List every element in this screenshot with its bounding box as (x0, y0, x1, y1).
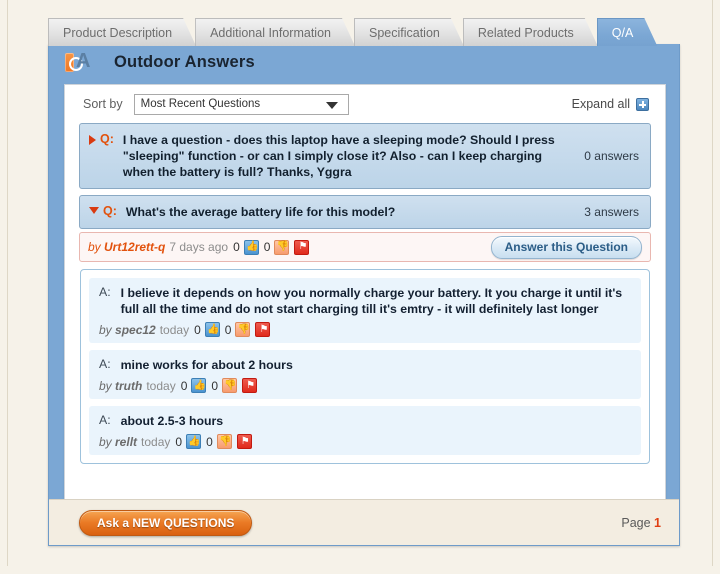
answer-upvote-count: 0 (194, 322, 201, 337)
answer-meta-row: by spec12 today 0 👍 0 👎 ⚑ (99, 322, 631, 337)
caret-right-icon (89, 135, 96, 145)
flag-icon[interactable]: ⚑ (242, 378, 258, 393)
question-time: 7 days ago (169, 240, 229, 254)
tab-additional-information[interactable]: Additional Information (195, 18, 355, 46)
tab-related-products[interactable]: Related Products (463, 18, 598, 46)
qa-panel: Outdoor Answers Sort by Most Recent Ques… (48, 44, 680, 546)
answer-text: mine works for about 2 hours (120, 358, 293, 372)
flag-icon[interactable]: ⚑ (236, 434, 252, 449)
answer-meta-row: by truth today 0 👍 0 👎 ⚑ (99, 378, 631, 393)
question-meta-row: by Urt12rett-q 7 days ago 0 👍 0 👎 ⚑ Answ… (79, 232, 651, 262)
answer-row: A: I believe it depends on how you norma… (89, 278, 641, 343)
answer-upvote-count: 0 (175, 434, 183, 449)
question-downvote-count: 0 (263, 240, 271, 254)
thumbs-down-icon[interactable]: 👎 (274, 239, 290, 255)
answer-count: 3 answers (584, 205, 639, 219)
thread-list: Q: I have a question - does this laptop … (65, 123, 665, 464)
question-upvote-count: 0 (233, 240, 240, 254)
answer-marker: A: (99, 357, 111, 371)
answer-text: about 2.5-3 hours (120, 414, 224, 428)
answer-upvote-count: 0 (180, 378, 188, 393)
answer-button-label: Answer this Question (504, 240, 628, 254)
answer-time: today (159, 322, 190, 337)
answer-downvote-count: 0 (211, 378, 219, 393)
page-label: Page (621, 515, 651, 530)
flag-icon[interactable]: ⚑ (294, 239, 310, 255)
question-author: by Urt12rett-q (88, 240, 166, 254)
thumbs-up-icon[interactable]: 👍 (243, 239, 259, 255)
expand-all-label: Expand all (571, 97, 630, 111)
answer-marker: A: (99, 285, 111, 299)
ask-new-question-button[interactable]: Ask a NEW QUESTIONS (79, 509, 253, 536)
question-text: What's the average battery life for this… (125, 205, 396, 219)
thumbs-up-icon[interactable]: 👍 (186, 434, 202, 449)
pagination: Page 1 (621, 516, 661, 530)
qa-card: Sort by Most Recent Questions Expand all… (64, 84, 666, 540)
page-frame: Product Description Additional Informati… (7, 0, 713, 566)
answer-time: today (141, 434, 171, 449)
qa-logo-icon (65, 52, 105, 72)
caret-down-icon (89, 207, 99, 214)
tab-label: Q/A (611, 25, 634, 40)
thumbs-down-icon[interactable]: 👎 (235, 322, 251, 337)
answer-author: by rellt (99, 434, 138, 449)
tab-qa[interactable]: Q/A (597, 18, 658, 46)
tab-label: Additional Information (210, 25, 331, 40)
thumbs-down-icon[interactable]: 👎 (216, 434, 232, 449)
sort-select-value: Most Recent Questions (140, 98, 261, 110)
answers-list: A: I believe it depends on how you norma… (80, 269, 650, 464)
page-title: Outdoor Answers (114, 52, 255, 71)
answer-downvote-count: 0 (224, 322, 232, 337)
thumbs-up-icon[interactable]: 👍 (191, 378, 207, 393)
question-marker: Q: (100, 132, 114, 146)
answer-count: 0 answers (584, 149, 639, 163)
answer-row: A: mine works for about 2 hours by truth… (89, 350, 641, 399)
question-text: I have a question - does this laptop hav… (122, 133, 555, 179)
page-number[interactable]: 1 (654, 516, 661, 530)
answer-meta-row: by rellt today 0 👍 0 👎 ⚑ (99, 434, 631, 449)
chevron-down-icon (325, 101, 338, 109)
answer-author: by truth (99, 378, 143, 393)
thumbs-down-icon[interactable]: 👎 (222, 378, 238, 393)
answer-row: A: about 2.5-3 hours by rellt today 0 👍 … (89, 406, 641, 455)
logo-a-icon (76, 53, 95, 72)
ask-button-label: Ask a NEW QUESTIONS (97, 515, 235, 530)
answer-downvote-count: 0 (206, 434, 213, 449)
tab-label: Related Products (477, 25, 574, 40)
question-row[interactable]: Q: What's the average battery life for t… (79, 195, 651, 229)
answer-this-question-button[interactable]: Answer this Question (490, 235, 642, 259)
sort-select[interactable]: Most Recent Questions (133, 93, 349, 115)
answer-marker: A: (99, 413, 111, 427)
tab-label: Specification (368, 25, 440, 40)
sort-by-label: Sort by (83, 97, 123, 111)
tab-label: Product Description (63, 25, 173, 40)
tab-product-description[interactable]: Product Description (48, 18, 196, 46)
tab-specification[interactable]: Specification (354, 18, 464, 46)
expand-all-button[interactable]: Expand all (572, 97, 649, 111)
qa-header: Outdoor Answers (49, 44, 679, 80)
question-marker: Q: (103, 204, 117, 218)
panel-footer: Ask a NEW QUESTIONS Page 1 (49, 499, 679, 545)
tab-bar: Product Description Additional Informati… (48, 16, 656, 46)
answer-author: by spec12 (99, 322, 156, 337)
logo-q-icon (65, 52, 83, 72)
thumbs-up-icon[interactable]: 👍 (204, 322, 220, 337)
sort-bar: Sort by Most Recent Questions Expand all (65, 85, 665, 123)
plus-icon (636, 97, 649, 111)
answer-time: today (146, 378, 176, 393)
question-row[interactable]: Q: I have a question - does this laptop … (79, 123, 651, 189)
answer-text: I believe it depends on how you normally… (120, 286, 623, 316)
flag-icon[interactable]: ⚑ (255, 322, 271, 337)
